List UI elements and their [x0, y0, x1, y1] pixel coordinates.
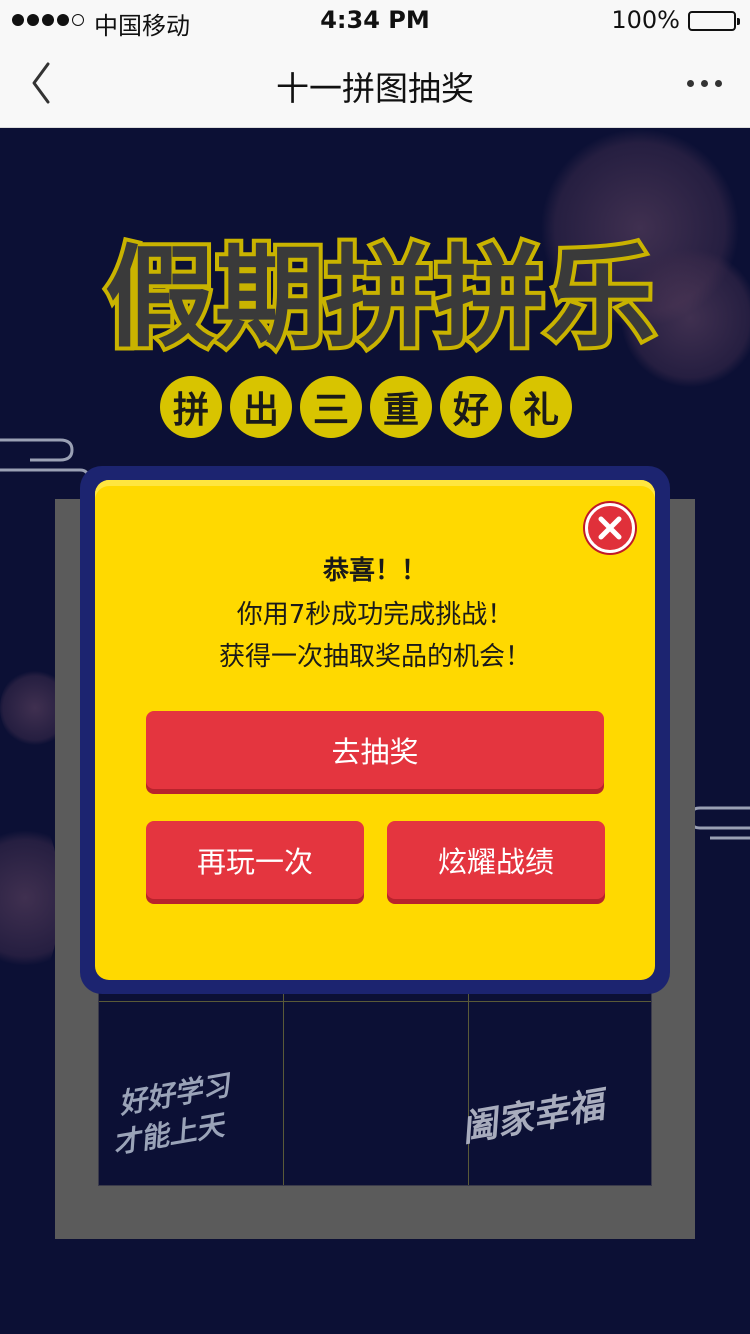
more-dots-icon[interactable] — [687, 80, 722, 87]
subtitle-char: 礼 — [510, 376, 572, 438]
close-button[interactable] — [585, 503, 635, 553]
subtitle-char: 重 — [370, 376, 432, 438]
close-icon — [598, 516, 622, 540]
share-score-button[interactable]: 炫耀战绩 — [387, 821, 605, 899]
banner-subtitle: 拼 出 三 重 好 礼 — [160, 376, 572, 438]
subtitle-char: 出 — [230, 376, 292, 438]
modal-title: 恭喜！！ — [322, 556, 427, 586]
play-again-button[interactable]: 再玩一次 — [146, 821, 364, 899]
banner-headline: 假期拼拼乐 — [101, 230, 659, 366]
cloud-decoration — [690, 806, 750, 840]
modal-message: 你用7秒成功完成挑战！ — [236, 600, 514, 630]
subtitle-char: 好 — [440, 376, 502, 438]
nav-bar: 十一拼图抽奖 — [0, 40, 750, 128]
cloud-decoration — [0, 438, 90, 479]
status-bar: 中国移动 4:34 PM 100% — [0, 0, 750, 40]
banner-headline-text: 假期拼拼乐 — [105, 234, 655, 362]
battery-percent: 100% — [611, 6, 680, 34]
go-lottery-button[interactable]: 去抽奖 — [146, 711, 604, 789]
page-title: 十一拼图抽奖 — [276, 69, 474, 108]
subtitle-char: 拼 — [160, 376, 222, 438]
subtitle-char: 三 — [300, 376, 362, 438]
modal-message: 获得一次抽取奖品的机会！ — [218, 642, 531, 672]
battery-icon — [688, 11, 740, 31]
